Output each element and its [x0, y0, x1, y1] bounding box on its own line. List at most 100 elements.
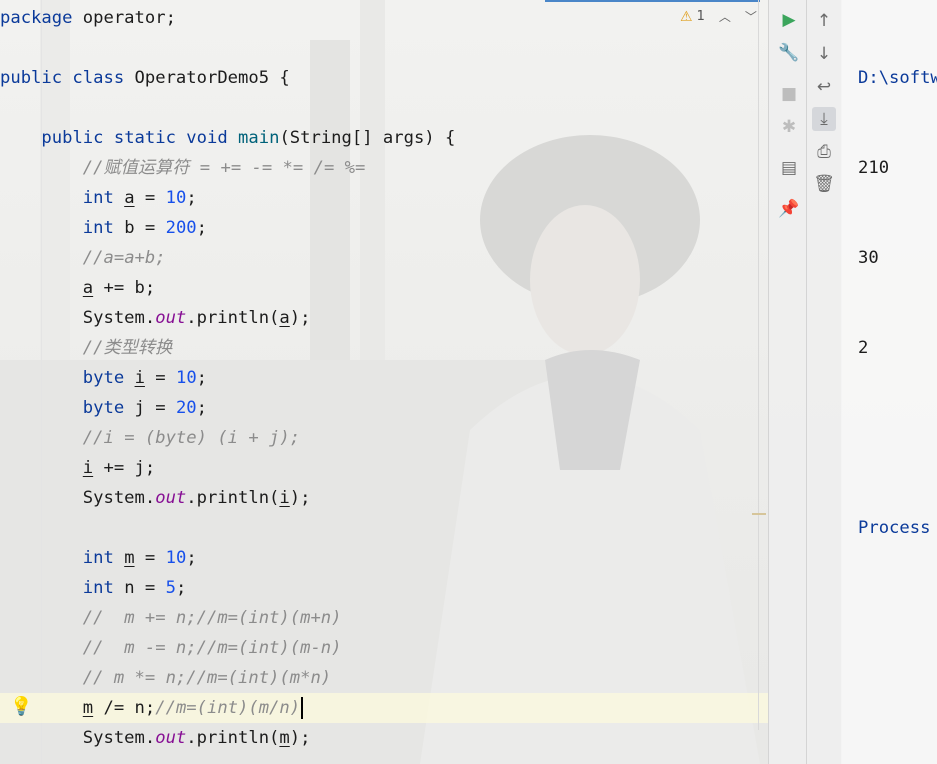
- code-token: i: [279, 488, 290, 508]
- code-token: out: [155, 728, 187, 748]
- code-token: ;: [196, 368, 208, 388]
- code-line[interactable]: int m = 10;: [0, 543, 455, 573]
- code-token: out: [155, 308, 187, 328]
- code-line[interactable]: int a = 10;: [0, 183, 455, 213]
- down-arrow-icon[interactable]: ↓: [812, 42, 836, 66]
- code-token: public class: [0, 68, 125, 88]
- code-line[interactable]: public class OperatorDemo5 {: [0, 63, 455, 93]
- run-toolbar-right: ↑ ↓ ↩ ⤓ ⎙ 🗑: [806, 0, 842, 764]
- inspection-widget[interactable]: ⚠ 1 ︿ ﹀: [680, 8, 757, 25]
- code-line[interactable]: //i = (byte) (i + j);: [0, 423, 455, 453]
- scroll-to-end-icon[interactable]: ⤓: [812, 107, 836, 131]
- code-line[interactable]: // m *= n;//m=(int)(m*n): [0, 663, 455, 693]
- code-line[interactable]: System.out.println(m);: [0, 723, 455, 753]
- code-token: .println(: [186, 308, 280, 328]
- debug-icon[interactable]: ✱: [777, 115, 801, 139]
- code-token: 10: [165, 188, 187, 208]
- code-line[interactable]: package operator;: [0, 3, 455, 33]
- wrench-icon[interactable]: 🔧: [777, 41, 801, 65]
- code-token: =: [134, 548, 166, 568]
- code-line[interactable]: System.out.println(a);: [0, 303, 455, 333]
- code-area[interactable]: package operator; public class OperatorD…: [0, 3, 455, 753]
- console-line: D:\softw: [858, 68, 937, 88]
- code-token: m: [82, 698, 94, 718]
- layout-icon[interactable]: ▤: [777, 156, 801, 180]
- code-line[interactable]: a += b;: [0, 273, 455, 303]
- code-line[interactable]: // m += n;//m=(int)(m+n): [0, 603, 455, 633]
- console-output[interactable]: D:\softw 210 30 2 Process: [858, 3, 937, 573]
- warning-count: 1: [696, 9, 705, 24]
- run-toolbar-left: ▶ 🔧 ■ ✱ ▤ 📌: [768, 0, 809, 764]
- code-token: operator;: [72, 8, 176, 28]
- code-line[interactable]: //a=a+b;: [0, 243, 455, 273]
- warning-icon: ⚠: [680, 8, 693, 25]
- code-line[interactable]: [0, 513, 455, 543]
- code-token: a: [279, 308, 290, 328]
- code-token: .println(: [186, 728, 280, 748]
- scrollbar-marker[interactable]: [752, 513, 766, 515]
- code-token: // m *= n;//m=(int)(m*n): [82, 668, 332, 688]
- code-token: //m=(int)(m/n): [155, 698, 301, 718]
- code-line[interactable]: // m -= n;//m=(int)(m-n): [0, 633, 455, 663]
- console-line: 210: [858, 158, 890, 178]
- run-icon[interactable]: ▶: [777, 8, 801, 32]
- stop-icon[interactable]: ■: [777, 82, 801, 106]
- code-token: n =: [113, 578, 166, 598]
- chevron-down-icon[interactable]: ﹀: [745, 8, 757, 25]
- code-line[interactable]: byte i = 10;: [0, 363, 455, 393]
- up-arrow-icon[interactable]: ↑: [812, 9, 836, 33]
- code-token: );: [289, 308, 311, 328]
- code-token: );: [289, 728, 311, 748]
- code-line[interactable]: public static void main(String[] args) {: [0, 123, 455, 153]
- code-token: OperatorDemo5 {: [124, 68, 290, 88]
- lightbulb-icon[interactable]: 💡: [10, 696, 32, 717]
- code-token: m: [279, 728, 290, 748]
- code-line[interactable]: System.out.println(i);: [0, 483, 455, 513]
- code-line[interactable]: int n = 5;: [0, 573, 455, 603]
- code-line[interactable]: [0, 33, 455, 63]
- console-line: 30: [858, 248, 879, 268]
- chevron-up-icon[interactable]: ︿: [719, 8, 731, 25]
- code-token: public static void: [41, 128, 228, 148]
- code-line[interactable]: //赋值运算符 = += -= *= /= %=: [0, 153, 455, 183]
- code-line[interactable]: //类型转换: [0, 333, 455, 363]
- code-token: a: [82, 278, 94, 298]
- trash-icon[interactable]: 🗑: [812, 172, 836, 196]
- code-token: /= n;: [93, 698, 156, 718]
- code-token: b =: [113, 218, 166, 238]
- soft-wrap-icon[interactable]: ↩: [812, 75, 836, 99]
- code-line[interactable]: int b = 200;: [0, 213, 455, 243]
- code-token: i: [82, 458, 94, 478]
- editor-scrollbar[interactable]: [758, 0, 768, 730]
- code-line[interactable]: byte j = 20;: [0, 393, 455, 423]
- code-token: int: [82, 548, 114, 568]
- print-icon[interactable]: ⎙: [812, 140, 836, 164]
- console-line: 2: [858, 338, 869, 358]
- code-token: byte: [82, 368, 125, 388]
- code-token: //类型转换: [82, 338, 173, 358]
- code-token: package: [0, 8, 73, 28]
- code-token: =: [134, 188, 166, 208]
- code-line[interactable]: i += j;: [0, 453, 455, 483]
- code-token: int: [82, 188, 114, 208]
- code-token: 5: [165, 578, 176, 598]
- code-line[interactable]: [0, 93, 455, 123]
- pin-icon[interactable]: 📌: [777, 197, 801, 221]
- code-token: += j;: [93, 458, 156, 478]
- code-line[interactable]: m /= n;//m=(int)(m/n): [0, 693, 455, 723]
- code-editor[interactable]: package operator; public class OperatorD…: [0, 0, 768, 764]
